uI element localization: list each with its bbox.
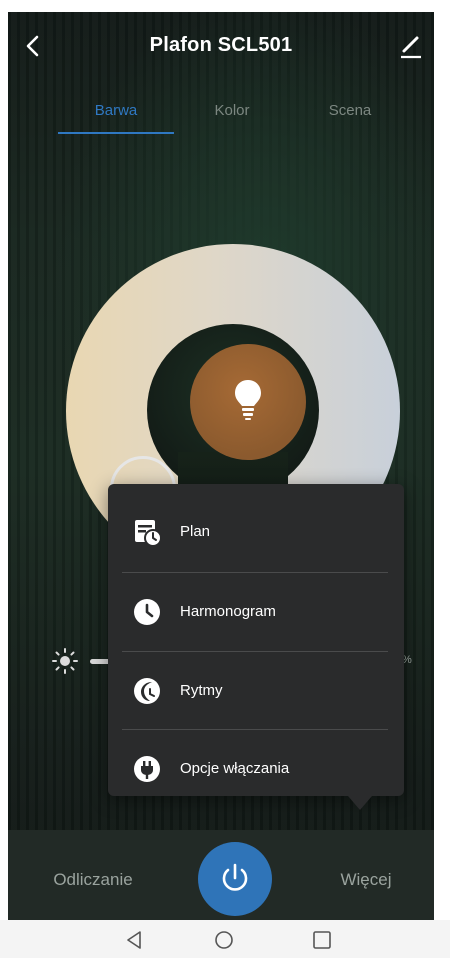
tab-kolor[interactable]: Kolor	[174, 96, 290, 134]
menu-item-label: Rytmy	[180, 682, 223, 699]
calendar-clock-icon	[135, 520, 162, 547]
system-recents-button[interactable]	[310, 928, 334, 952]
menu-item-label: Plan	[180, 523, 211, 540]
system-home-button[interactable]	[212, 928, 236, 952]
menu-item-harmonogram[interactable]: Harmonogram	[108, 574, 404, 652]
more-options-menu: Plan Harmonogram Rytmy Opcje włączania	[108, 484, 404, 796]
menu-divider	[122, 651, 388, 652]
system-back-button[interactable]	[122, 928, 146, 952]
light-preview[interactable]	[190, 344, 306, 460]
page-title: Plafon SCL501	[149, 34, 293, 56]
menu-divider	[122, 572, 388, 573]
tab-barwa[interactable]: Barwa	[58, 96, 174, 134]
power-icon	[222, 863, 248, 891]
circle-home-icon	[215, 931, 233, 949]
tab-bar: Barwa Kolor Scena	[8, 96, 434, 136]
sun-icon	[52, 648, 78, 674]
system-navigation-bar	[0, 920, 450, 958]
tab-scena[interactable]: Scena	[292, 96, 408, 134]
moon-rhythm-icon	[134, 678, 160, 704]
menu-item-rytmy[interactable]: Rytmy	[108, 653, 404, 731]
edit-button[interactable]	[398, 32, 424, 60]
triangle-back-icon	[127, 931, 141, 949]
more-button[interactable]: Więcej	[326, 870, 406, 890]
active-tab-indicator	[58, 132, 174, 134]
lightbulb-icon	[235, 380, 261, 420]
menu-item-plan[interactable]: Plan	[108, 494, 404, 572]
header: Plafon SCL501	[8, 12, 434, 82]
power-button[interactable]	[198, 842, 272, 916]
pencil-icon	[401, 36, 421, 59]
bottom-action-bar: Odliczanie Więcej	[8, 830, 434, 920]
plug-icon	[134, 756, 160, 782]
menu-pointer	[348, 796, 372, 810]
square-recents-icon	[313, 931, 331, 949]
menu-item-label: Opcje włączania	[180, 760, 290, 777]
clock-icon	[134, 599, 160, 625]
countdown-button[interactable]: Odliczanie	[38, 870, 148, 890]
device-screen: Plafon SCL501 Barwa Kolor Scena % Plan H…	[8, 12, 434, 920]
menu-divider	[122, 729, 388, 730]
menu-item-label: Harmonogram	[180, 603, 276, 620]
